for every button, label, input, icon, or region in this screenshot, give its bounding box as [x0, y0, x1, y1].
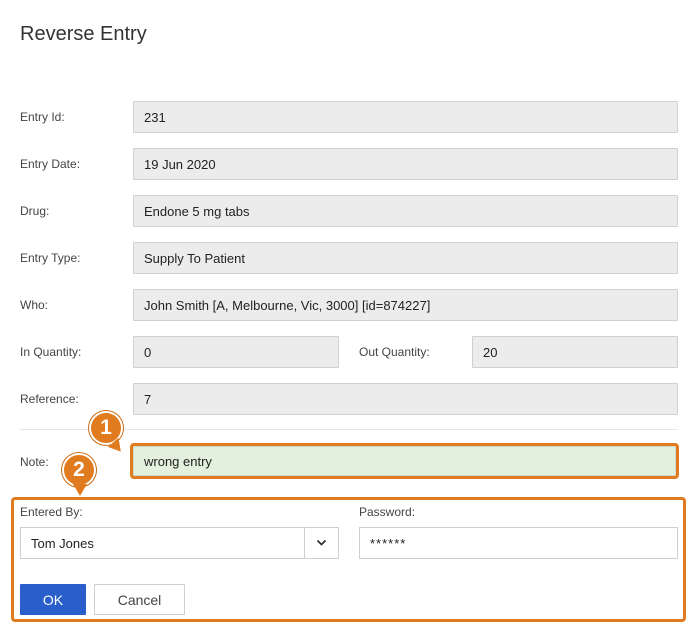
drug-label: Drug: — [20, 204, 50, 218]
callout-badge-1: 1 — [89, 411, 127, 457]
entry-type-label: Entry Type: — [20, 251, 81, 265]
ok-button[interactable]: OK — [20, 584, 86, 615]
note-input[interactable]: wrong entry — [133, 446, 676, 476]
chevron-down-icon[interactable] — [304, 528, 338, 558]
entered-by-label: Entered By: — [20, 505, 83, 519]
password-input[interactable]: ****** — [359, 527, 678, 559]
who-label: Who: — [20, 298, 49, 312]
callout-pointer-1 — [107, 437, 127, 457]
callout-number-1: 1 — [100, 416, 112, 439]
in-quantity-label: In Quantity: — [20, 345, 82, 359]
dialog-title: Reverse Entry — [20, 23, 147, 45]
entry-type-field[interactable]: Supply To Patient — [133, 242, 678, 274]
password-label: Password: — [359, 505, 416, 519]
entry-id-label: Entry Id: — [20, 110, 65, 124]
entered-by-select[interactable]: Tom Jones — [20, 527, 339, 559]
entry-date-field[interactable]: 19 Jun 2020 — [133, 148, 678, 180]
cancel-button[interactable]: Cancel — [94, 584, 185, 615]
reference-label: Reference: — [20, 392, 79, 406]
out-quantity-label: Out Quantity: — [359, 345, 430, 359]
callout-badge-2: 2 — [62, 453, 96, 496]
callout-pointer-2 — [73, 484, 87, 496]
entry-date-label: Entry Date: — [20, 157, 81, 171]
out-quantity-field[interactable]: 20 — [472, 336, 678, 368]
callout-number-2: 2 — [73, 458, 85, 481]
entry-id-field[interactable]: 231 — [133, 101, 678, 133]
note-label: Note: — [20, 455, 49, 469]
in-quantity-field[interactable]: 0 — [133, 336, 339, 368]
drug-field[interactable]: Endone 5 mg tabs — [133, 195, 678, 227]
who-field[interactable]: John Smith [A, Melbourne, Vic, 3000] [id… — [133, 289, 678, 321]
entered-by-value: Tom Jones — [31, 535, 94, 551]
reference-field[interactable]: 7 — [133, 383, 678, 415]
